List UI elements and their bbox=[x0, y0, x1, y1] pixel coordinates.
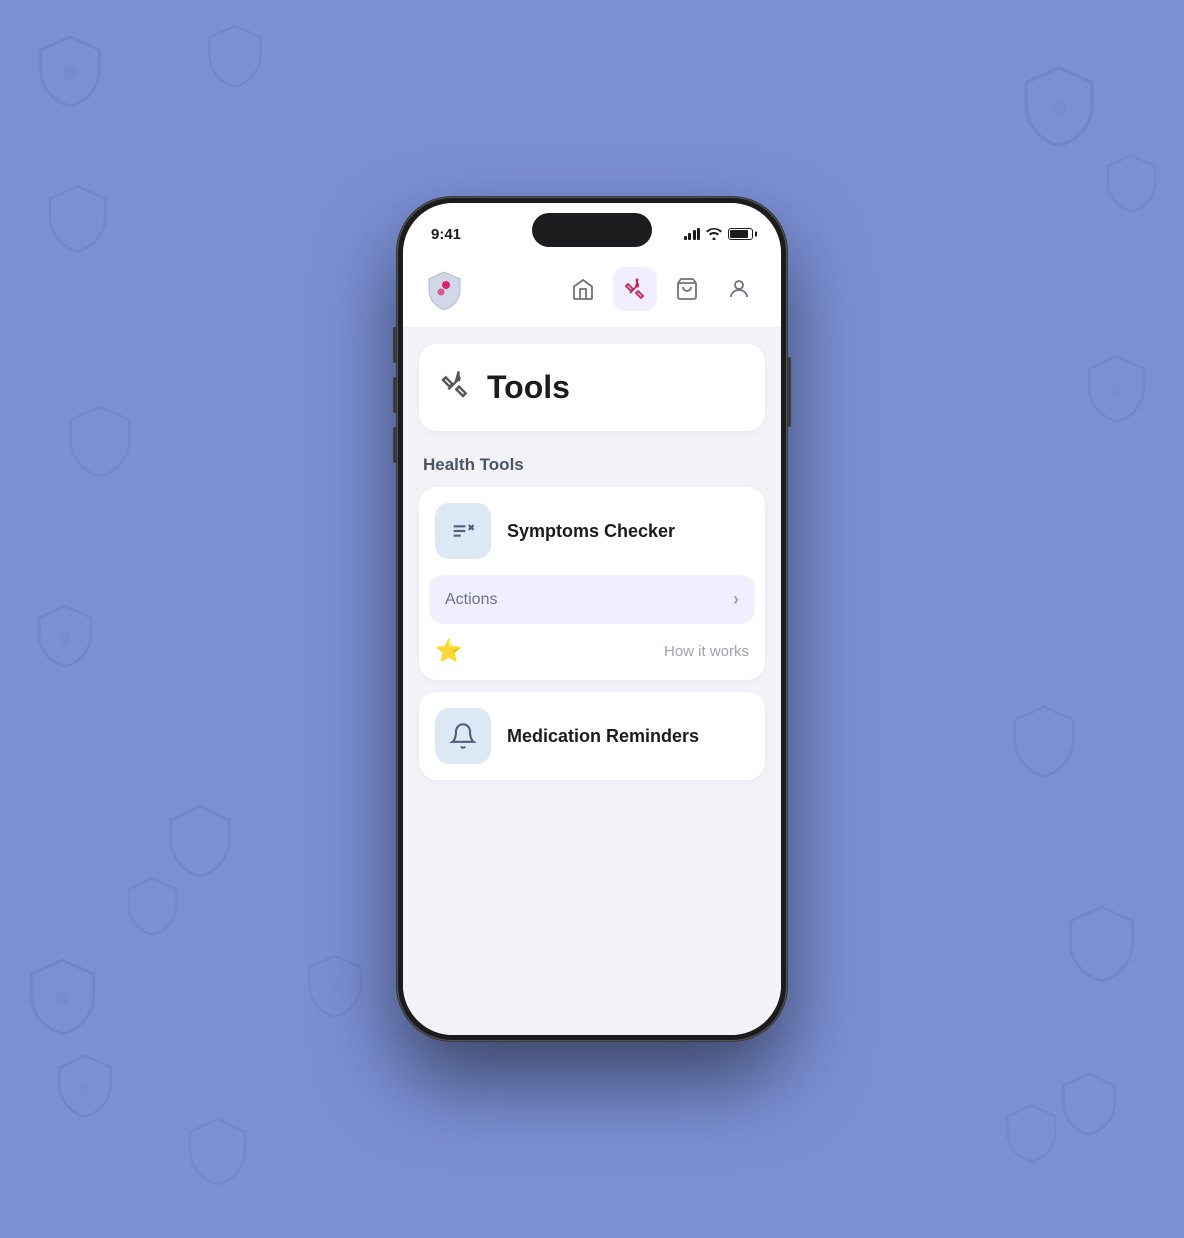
star-icon: ⭐ bbox=[435, 638, 462, 664]
health-tools-section: Health Tools bbox=[419, 455, 765, 780]
medication-reminders-header: Medication Reminders bbox=[419, 692, 765, 780]
actions-label: Actions bbox=[445, 591, 497, 609]
medication-reminders-name: Medication Reminders bbox=[507, 726, 699, 747]
symptoms-checker-name: Symptoms Checker bbox=[507, 521, 675, 542]
nav-profile-button[interactable] bbox=[717, 267, 761, 311]
wifi-icon bbox=[706, 228, 722, 240]
actions-row[interactable]: Actions › bbox=[429, 575, 755, 624]
nav-bar bbox=[403, 251, 781, 328]
medication-reminders-icon-box bbox=[435, 708, 491, 764]
symptoms-checker-icon-box bbox=[435, 503, 491, 559]
dynamic-island bbox=[532, 213, 652, 247]
phone-device: 9:41 bbox=[397, 197, 787, 1041]
status-time: 9:41 bbox=[431, 226, 461, 243]
how-it-works-row[interactable]: ⭐ How it works bbox=[419, 624, 765, 680]
app-logo bbox=[423, 268, 465, 310]
health-tools-label: Health Tools bbox=[419, 455, 765, 475]
battery-icon bbox=[728, 228, 753, 240]
tools-page-title: Tools bbox=[487, 369, 570, 406]
how-it-works-label: How it works bbox=[664, 643, 749, 660]
tools-header-card: Tools bbox=[419, 344, 765, 431]
medication-reminders-card[interactable]: Medication Reminders bbox=[419, 692, 765, 780]
status-icons bbox=[684, 228, 754, 240]
nav-tools-button[interactable] bbox=[613, 267, 657, 311]
nav-cart-button[interactable] bbox=[665, 267, 709, 311]
nav-icons-group bbox=[561, 267, 761, 311]
signal-icon bbox=[684, 228, 701, 240]
chevron-right-icon: › bbox=[733, 589, 739, 610]
symptoms-checker-card[interactable]: Symptoms Checker Actions › ⭐ How it work… bbox=[419, 487, 765, 680]
phone-screen: 9:41 bbox=[403, 203, 781, 1035]
tools-page-icon bbox=[439, 368, 471, 407]
nav-home-button[interactable] bbox=[561, 267, 605, 311]
main-content: Tools Health Tools bbox=[403, 328, 781, 1035]
symptoms-checker-header: Symptoms Checker bbox=[419, 487, 765, 575]
screen-content: Tools Health Tools bbox=[403, 251, 781, 1035]
